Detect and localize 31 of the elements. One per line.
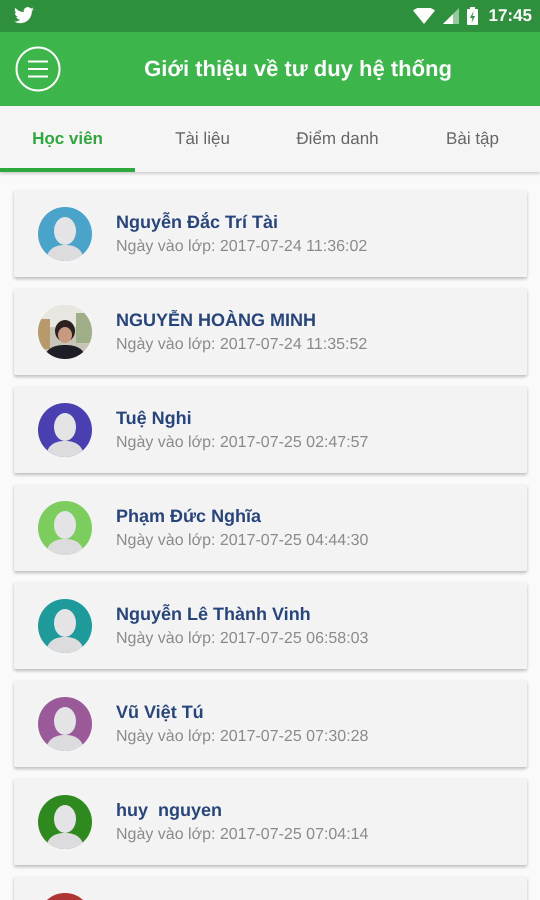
- student-name: Vũ Việt Tú: [116, 702, 205, 722]
- join-date: Ngày vào lớp: 2017-07-25 06:58:03: [116, 630, 368, 648]
- clock-time: 17:45: [488, 6, 532, 26]
- app-title: Giới thiệu về tư duy hệ thống: [143, 56, 453, 82]
- student-name: NGUYỄN HOÀNG MINH: [116, 310, 318, 330]
- student-card[interactable]: NGUYỄN HOÀNG MINH Ngày vào lớp: 2017-07-24 11:35:52: [14, 288, 527, 375]
- battery-icon: [466, 7, 478, 25]
- student-card[interactable]: Vũ Việt Tú Ngày vào lớp: 2017-07-25 07:30:28: [14, 680, 527, 767]
- student-card[interactable]: Nguyễn Lê Thành Vinh Ngày vào lớp: 2017-07-25 06:58:03: [14, 582, 527, 669]
- student-name: huy nguyen: [116, 800, 224, 820]
- join-date: Ngày vào lớp: 2017-07-25 07:04:14: [116, 826, 368, 844]
- bird-icon: [13, 7, 35, 25]
- tab[interactable]: Tài liệu: [135, 106, 270, 172]
- student-name: Nguyễn Lê Thành Vinh: [116, 604, 312, 624]
- student-name: Phạm Đức Nghĩa: [116, 506, 262, 526]
- join-date: Ngày vào lớp: 2017-07-25 07:30:28: [116, 728, 368, 746]
- student-card[interactable]: Tuệ Nghi Ngày vào lớp: 2017-07-25 02:47:57: [14, 386, 527, 473]
- student-name: Nguyễn Đắc Trí Tài: [116, 212, 280, 232]
- student-name: Tuệ Nghi: [116, 408, 193, 428]
- join-date: Ngày vào lớp: 2017-07-25 04:44:30: [116, 532, 368, 550]
- signal-icon: [442, 8, 459, 24]
- student-card[interactable]: huy nguyen Ngày vào lớp: 2017-07-25 07:04:14: [14, 778, 527, 865]
- wifi-icon: [412, 8, 435, 24]
- student-card[interactable]: Phạm Đức Nghĩa Ngày vào lớp: 2017-07-25 04:44:30: [14, 484, 527, 571]
- join-date: Ngày vào lớp: 2017-07-25 02:47:57: [116, 434, 368, 452]
- tab[interactable]: Điểm danh: [270, 106, 405, 172]
- menu-icon[interactable]: [15, 46, 61, 92]
- student-card[interactable]: Nguyễn Đắc Trí Tài Ngày vào lớp: 2017-07-24 11:36:02: [14, 190, 527, 277]
- tab[interactable]: Bài tập: [405, 106, 540, 172]
- join-date: Ngày vào lớp: 2017-07-24 11:36:02: [116, 238, 368, 256]
- join-date: Ngày vào lớp: 2017-07-24 11:35:52: [116, 336, 368, 354]
